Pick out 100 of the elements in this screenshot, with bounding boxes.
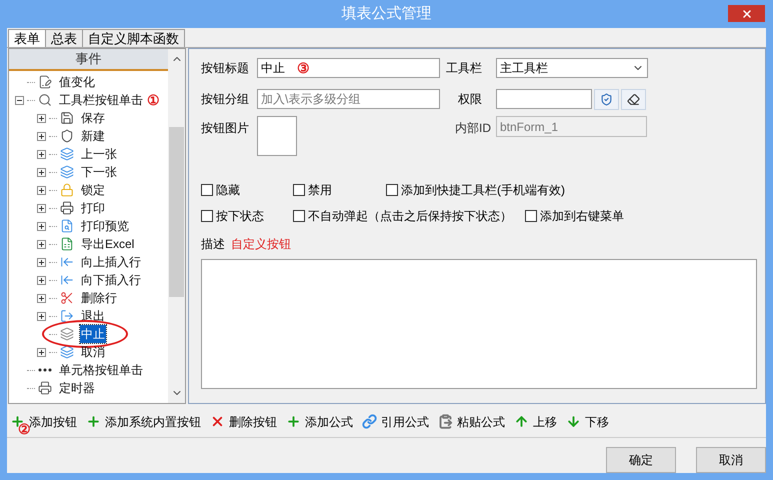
field-value: 中止 xyxy=(261,60,285,77)
tree-item[interactable]: 向上插入行 xyxy=(80,253,142,271)
tab[interactable]: 总表 xyxy=(45,29,83,47)
clipboard-icon xyxy=(438,414,453,430)
expand-toggle[interactable] xyxy=(37,240,46,248)
scrollbar[interactable] xyxy=(168,49,185,404)
lock-icon xyxy=(60,183,74,197)
tree-item[interactable]: 上一张 xyxy=(80,145,118,163)
document-pen-icon xyxy=(38,75,52,89)
annotation-number: ③ xyxy=(297,58,310,78)
input-field[interactable]: 加入\表示多级分组 xyxy=(257,89,440,109)
expand-toggle[interactable] xyxy=(37,222,46,230)
input-field[interactable] xyxy=(496,89,592,109)
checkbox-label: 不自动弹起（点击之后保持按下状态） xyxy=(308,208,512,225)
collapse-toggle[interactable] xyxy=(15,96,24,104)
expand-toggle[interactable] xyxy=(37,114,46,122)
checkbox-label: 添加到右键菜单 xyxy=(540,208,624,225)
shield-icon xyxy=(60,129,74,143)
tree-item[interactable]: 值变化 xyxy=(58,73,96,91)
toolbar-button[interactable]: 引用公式 xyxy=(362,412,429,431)
field-label: 权限 xyxy=(457,91,483,108)
input-field: btnForm_1 xyxy=(496,116,647,137)
checkbox[interactable] xyxy=(201,210,213,222)
plus-icon xyxy=(286,414,301,430)
tree-item[interactable]: 下一张 xyxy=(80,163,118,181)
window-title: 填表公式管理 xyxy=(342,4,432,24)
tree-item[interactable]: 单元格按钮单击 xyxy=(58,361,144,379)
field-label: 内部ID xyxy=(454,120,492,137)
checkbox[interactable] xyxy=(201,184,213,196)
file-search-icon xyxy=(60,219,74,233)
down-arrow-icon xyxy=(566,414,581,430)
field-label: 按钮标题 xyxy=(201,60,250,77)
clear-button[interactable] xyxy=(621,88,646,110)
tree-item[interactable]: 工具栏按钮单击 xyxy=(58,91,144,109)
tree-item[interactable]: 取消 xyxy=(80,343,106,361)
layers-icon xyxy=(60,327,74,341)
expand-toggle[interactable] xyxy=(37,258,46,266)
layers-icon xyxy=(60,147,74,161)
field-label: 按钮图片 xyxy=(201,120,250,137)
toolbar-button[interactable]: 添加公式 xyxy=(286,412,353,431)
tree-item[interactable]: 导出Excel xyxy=(80,235,136,253)
close-button[interactable] xyxy=(728,5,765,22)
spreadsheet-icon xyxy=(60,237,74,251)
printer-icon xyxy=(38,381,52,395)
tree-item[interactable]: 锁定 xyxy=(80,181,106,199)
dialog-button[interactable]: 取消 xyxy=(696,447,766,473)
expand-toggle[interactable] xyxy=(37,132,46,140)
column-header: 事件 xyxy=(9,49,168,71)
tree-item[interactable]: 删除行 xyxy=(80,289,118,307)
expand-toggle[interactable] xyxy=(37,348,46,356)
tree-item[interactable]: 新建 xyxy=(80,127,106,145)
checkbox[interactable] xyxy=(386,184,398,196)
permission-button[interactable] xyxy=(594,88,619,110)
layers-icon xyxy=(60,165,74,179)
expand-toggle[interactable] xyxy=(37,312,46,320)
tree-item[interactable]: 向下插入行 xyxy=(80,271,142,289)
link-icon xyxy=(362,414,377,430)
field-label: 工具栏 xyxy=(445,60,483,77)
checkbox[interactable] xyxy=(525,210,537,222)
dots-icon xyxy=(38,368,52,372)
input-field[interactable]: 中止 ③ xyxy=(257,58,440,78)
printer-icon xyxy=(60,201,74,215)
checkbox[interactable] xyxy=(293,210,305,222)
toolbar-button[interactable]: 粘贴公式 xyxy=(438,412,505,431)
annotation-number: ① xyxy=(147,90,160,110)
tab[interactable]: 自定义脚本函数 xyxy=(82,29,185,47)
tab[interactable]: 表单 xyxy=(8,29,46,47)
dropdown[interactable]: 主工具栏 xyxy=(496,58,648,78)
tree-item[interactable]: 保存 xyxy=(80,109,106,127)
tree-item[interactable]: 定时器 xyxy=(58,379,96,397)
checkbox-label: 添加到快捷工具栏(手机端有效) xyxy=(401,182,565,199)
expand-toggle[interactable] xyxy=(37,186,46,194)
tree-item[interactable]: 打印 xyxy=(80,199,106,217)
expand-toggle[interactable] xyxy=(37,204,46,212)
checkbox[interactable] xyxy=(293,184,305,196)
description-value: 自定义按钮 xyxy=(231,236,291,253)
tree-item[interactable]: 中止 xyxy=(80,325,106,343)
shield-icon xyxy=(600,92,613,106)
checkbox-label: 按下状态 xyxy=(216,208,264,225)
exit-icon xyxy=(60,309,74,323)
delete-row-icon xyxy=(60,291,74,305)
expand-toggle[interactable] xyxy=(37,168,46,176)
toolbar-button[interactable]: 下移 xyxy=(566,412,609,431)
toolbar-button[interactable]: 上移 xyxy=(514,412,557,431)
insert-row-icon xyxy=(60,273,74,287)
image-box[interactable] xyxy=(257,116,297,156)
checkbox-label: 隐藏 xyxy=(216,182,240,199)
tree-item[interactable]: 打印预览 xyxy=(80,217,130,235)
description-field[interactable] xyxy=(201,259,757,389)
expand-toggle[interactable] xyxy=(37,294,46,302)
expand-toggle[interactable] xyxy=(37,276,46,284)
toolbar-button[interactable]: 添加系统内置按钮 xyxy=(86,412,201,431)
field-label: 描述 xyxy=(201,236,225,253)
close-icon xyxy=(740,8,752,20)
dialog-button[interactable]: 确定 xyxy=(606,447,676,473)
magnifier-icon xyxy=(38,93,52,107)
expand-toggle[interactable] xyxy=(37,150,46,158)
field-label: 按钮分组 xyxy=(201,91,250,108)
toolbar-button[interactable]: 删除按钮 xyxy=(210,412,277,431)
floppy-icon xyxy=(60,111,74,125)
